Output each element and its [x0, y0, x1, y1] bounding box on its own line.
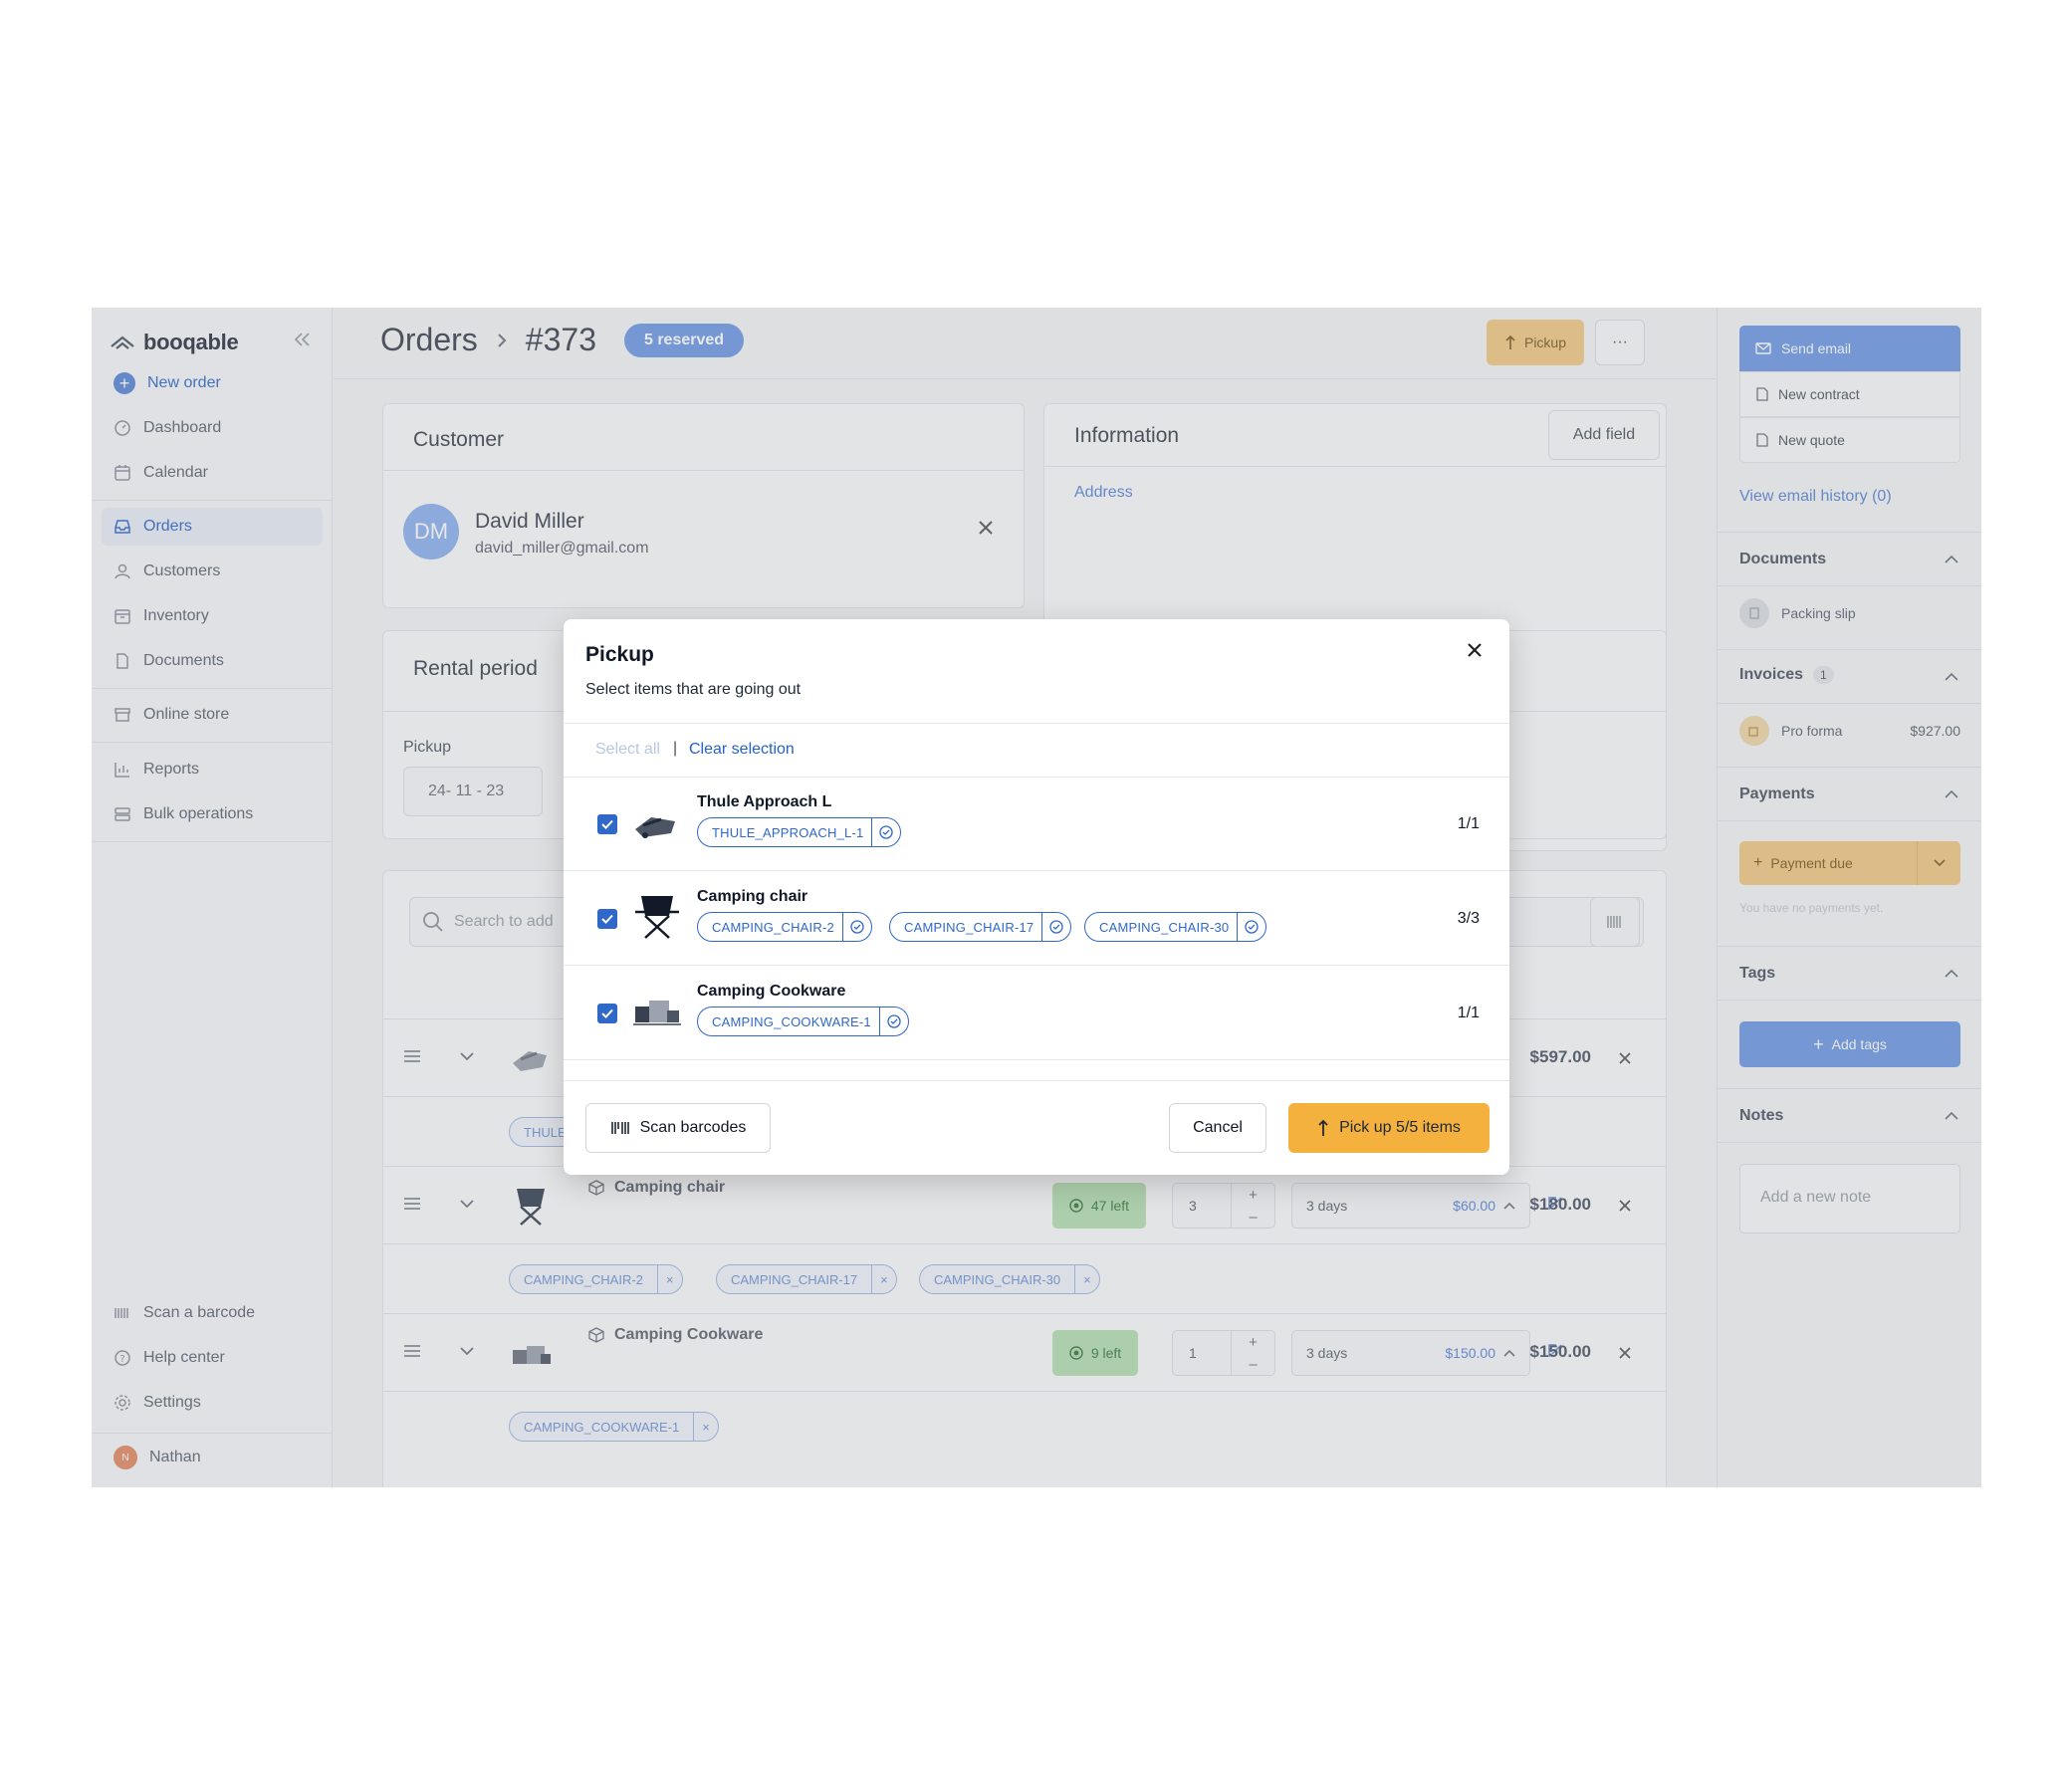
item-checkbox[interactable] [597, 1004, 617, 1023]
modal-subtitle: Select items that are going out [585, 681, 802, 698]
stock-item-chip[interactable]: CAMPING_CHAIR-17 [889, 912, 1072, 942]
stock-item-chip[interactable]: THULE_APPROACH_L-1 [697, 817, 902, 847]
check-circle-icon [841, 913, 871, 941]
select-all-link[interactable]: Select all [595, 741, 660, 759]
item-checkbox[interactable] [597, 909, 617, 929]
chip-label: CAMPING_CHAIR-30 [1099, 919, 1230, 935]
camping-chair-thumbnail-icon [635, 896, 679, 939]
check-circle-icon [878, 1008, 908, 1035]
item-name: Camping chair [697, 888, 808, 905]
chip-label: THULE_APPROACH_L-1 [712, 824, 864, 840]
chip-label: CAMPING_COOKWARE-1 [712, 1013, 871, 1029]
pickup-modal: Pickup Select items that are going out S… [564, 619, 1509, 1175]
pickup-arrow-icon [1318, 1119, 1328, 1136]
check-circle-icon [1237, 913, 1265, 941]
modal-title: Pickup [585, 643, 654, 666]
checkmark-icon [601, 914, 613, 924]
clear-selection-link[interactable]: Clear selection [689, 741, 795, 759]
item-count: 1/1 [1457, 1005, 1480, 1021]
item-checkbox[interactable] [597, 814, 617, 834]
close-icon[interactable] [1466, 641, 1484, 659]
thule-thumbnail-icon [635, 817, 675, 838]
divider [564, 1080, 1509, 1081]
separator: | [673, 740, 678, 757]
check-circle-icon [871, 818, 900, 846]
item-count: 1/1 [1457, 815, 1480, 832]
stock-item-chip[interactable]: CAMPING_COOKWARE-1 [697, 1007, 909, 1036]
list-item[interactable]: Thule Approach L THULE_APPROACH_L-1 1/1 [564, 778, 1509, 871]
list-item[interactable]: Camping Cookware CAMPING_COOKWARE-1 1/1 [564, 967, 1509, 1060]
item-name: Camping Cookware [697, 983, 846, 1000]
stock-item-chip[interactable]: CAMPING_CHAIR-2 [697, 912, 872, 942]
scan-barcodes-label: Scan barcodes [639, 1119, 747, 1136]
divider [564, 723, 1509, 724]
cancel-button[interactable]: Cancel [1169, 1103, 1266, 1153]
item-count: 3/3 [1457, 910, 1480, 927]
barcode-icon [610, 1122, 629, 1134]
checkmark-icon [601, 1008, 613, 1018]
cookware-thumbnail-icon [633, 1001, 681, 1025]
check-circle-icon [1041, 913, 1070, 941]
pick-up-button[interactable]: Pick up 5/5 items [1288, 1103, 1490, 1153]
item-name: Thule Approach L [697, 793, 832, 810]
scan-barcodes-button[interactable]: Scan barcodes [585, 1103, 771, 1153]
chip-label: CAMPING_CHAIR-2 [712, 919, 834, 935]
checkmark-icon [601, 819, 613, 829]
pick-up-label: Pick up 5/5 items [1339, 1119, 1461, 1136]
stock-item-chip[interactable]: CAMPING_CHAIR-30 [1084, 912, 1267, 942]
chip-label: CAMPING_CHAIR-17 [904, 919, 1034, 935]
list-item[interactable]: Camping chair CAMPING_CHAIR-2 CAMPING_CH… [564, 872, 1509, 966]
